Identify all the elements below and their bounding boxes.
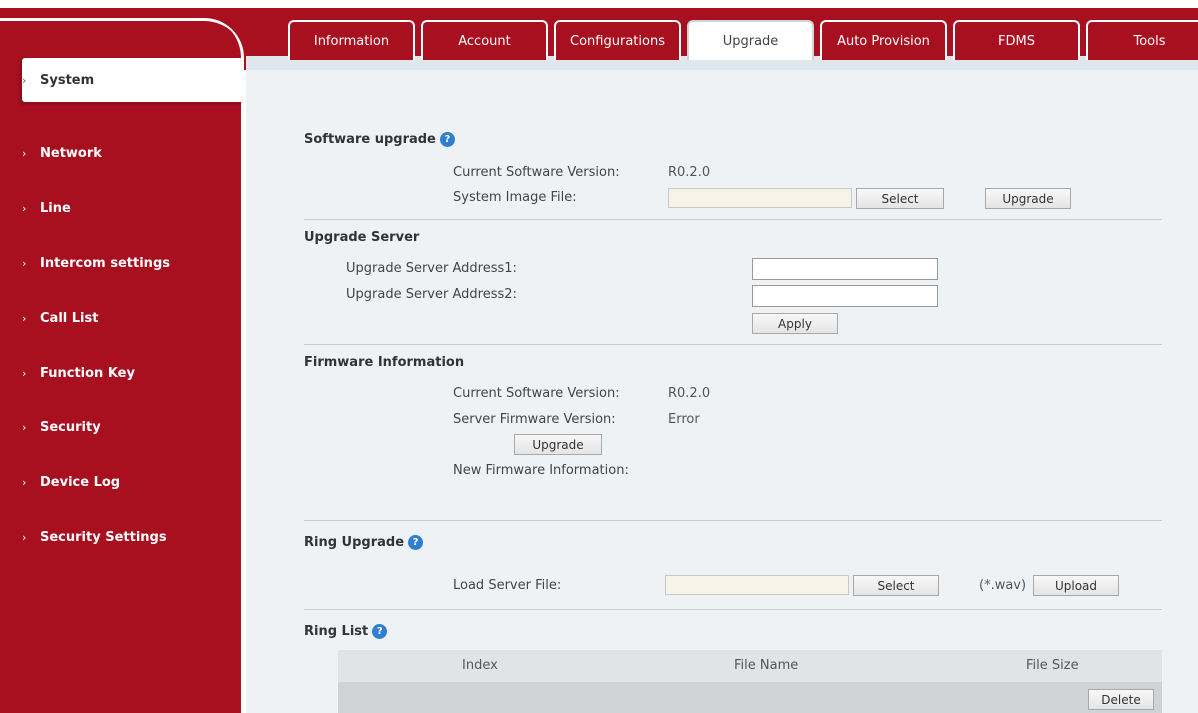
tab-auto-provision[interactable]: Auto Provision (820, 20, 947, 60)
question-circle-icon[interactable]: ? (439, 132, 455, 147)
delete-button[interactable]: Delete (1088, 689, 1154, 710)
tab-configurations[interactable]: Configurations (554, 20, 681, 60)
tab-upgrade[interactable]: Upgrade (687, 20, 814, 60)
upload-button[interactable]: Upload (1033, 575, 1119, 596)
current-software-version-label: Current Software Version: (453, 165, 620, 180)
divider (304, 344, 1162, 345)
divider (304, 609, 1162, 610)
sidebar-rim (0, 18, 244, 58)
ring-file-field[interactable] (665, 575, 849, 595)
chevron-right-icon: › (22, 256, 27, 270)
sidebar-item-label: Line (40, 200, 71, 216)
sidebar-item-intercom-settings[interactable]: › Intercom settings (22, 241, 244, 285)
sidebar-item-security[interactable]: › Security (22, 405, 244, 449)
load-server-file-label: Load Server File: (453, 578, 562, 593)
apply-button[interactable]: Apply (752, 313, 838, 334)
sidebar-item-call-list[interactable]: › Call List (22, 296, 244, 340)
question-circle-icon[interactable]: ? (372, 624, 388, 639)
upgrade-server-address1-input[interactable] (752, 258, 938, 280)
sidebar-item-network[interactable]: › Network (22, 131, 244, 175)
sidebar-item-line[interactable]: › Line (22, 186, 244, 230)
ring-list-title: Ring List ? (304, 624, 388, 639)
main-content: Software upgrade ? Current Software Vers… (246, 70, 1198, 713)
ring-upgrade-title: Ring Upgrade ? (304, 535, 424, 550)
tab-tools[interactable]: Tools (1086, 20, 1198, 60)
section-title-text: Software upgrade (304, 132, 436, 147)
sidebar-item-label: Function Key (40, 365, 135, 381)
column-header-index: Index (462, 658, 498, 673)
section-title-text: Upgrade Server (304, 230, 420, 245)
upgrade-server-address1-label: Upgrade Server Address1: (346, 261, 517, 276)
question-circle-icon[interactable]: ? (408, 535, 424, 550)
column-header-file-name: File Name (734, 658, 799, 673)
system-image-file-field[interactable] (668, 188, 852, 208)
chevron-right-icon: › (22, 146, 27, 160)
upgrade-server-address2-label: Upgrade Server Address2: (346, 287, 517, 302)
chevron-right-icon: › (22, 475, 27, 489)
sidebar-item-label: Device Log (40, 474, 121, 490)
ring-list-table-header: Index File Name File Size (338, 650, 1162, 682)
upgrade-server-address2-input[interactable] (752, 285, 938, 307)
upgrade-server-title: Upgrade Server (304, 230, 419, 245)
system-image-file-label: System Image File: (453, 190, 577, 205)
software-upgrade-title: Software upgrade ? (304, 132, 455, 147)
sidebar-item-device-log[interactable]: › Device Log (22, 460, 244, 504)
main-tabs: Information Account Configurations Upgra… (288, 20, 1198, 60)
firmware-current-version-value: R0.2.0 (668, 386, 711, 401)
software-upgrade-button[interactable]: Upgrade (985, 188, 1071, 209)
divider (304, 219, 1162, 220)
chevron-right-icon: › (22, 366, 27, 380)
ring-list-table-row: Delete (338, 682, 1162, 713)
new-firmware-information-label: New Firmware Information: (453, 463, 629, 478)
chevron-right-icon: › (22, 73, 27, 87)
tab-account[interactable]: Account (421, 20, 548, 60)
sidebar-item-label: Network (40, 145, 102, 161)
sidebar-item-label: System (40, 72, 95, 88)
chevron-right-icon: › (22, 420, 27, 434)
select-ring-file-button[interactable]: Select (853, 575, 939, 596)
tab-information[interactable]: Information (288, 20, 415, 60)
chevron-right-icon: › (22, 530, 27, 544)
sidebar-item-security-settings[interactable]: › Security Settings (22, 515, 244, 559)
section-title-text: Ring Upgrade (304, 535, 405, 550)
sidebar-item-label: Call List (40, 310, 99, 326)
sidebar-item-label: Security Settings (40, 529, 167, 545)
sidebar-item-label: Security (40, 419, 101, 435)
select-image-button[interactable]: Select (856, 188, 944, 209)
server-firmware-version-value: Error (668, 412, 700, 427)
firmware-current-version-label: Current Software Version: (453, 386, 620, 401)
chevron-right-icon: › (22, 311, 27, 325)
current-software-version-value: R0.2.0 (668, 165, 711, 180)
sidebar-item-system[interactable]: › System (22, 58, 244, 102)
wav-format-hint: (*.wav) (979, 578, 1027, 593)
sidebar-item-function-key[interactable]: › Function Key (22, 351, 244, 395)
divider (304, 520, 1162, 521)
firmware-information-title: Firmware Information (304, 355, 464, 370)
sidebar-item-label: Intercom settings (40, 255, 170, 271)
tab-fdms[interactable]: FDMS (953, 20, 1080, 60)
section-title-text: Ring List (304, 624, 369, 639)
chevron-right-icon: › (22, 201, 27, 215)
firmware-upgrade-button[interactable]: Upgrade (514, 434, 602, 455)
server-firmware-version-label: Server Firmware Version: (453, 412, 616, 427)
section-title-text: Firmware Information (304, 355, 465, 370)
column-header-file-size: File Size (1026, 658, 1079, 673)
